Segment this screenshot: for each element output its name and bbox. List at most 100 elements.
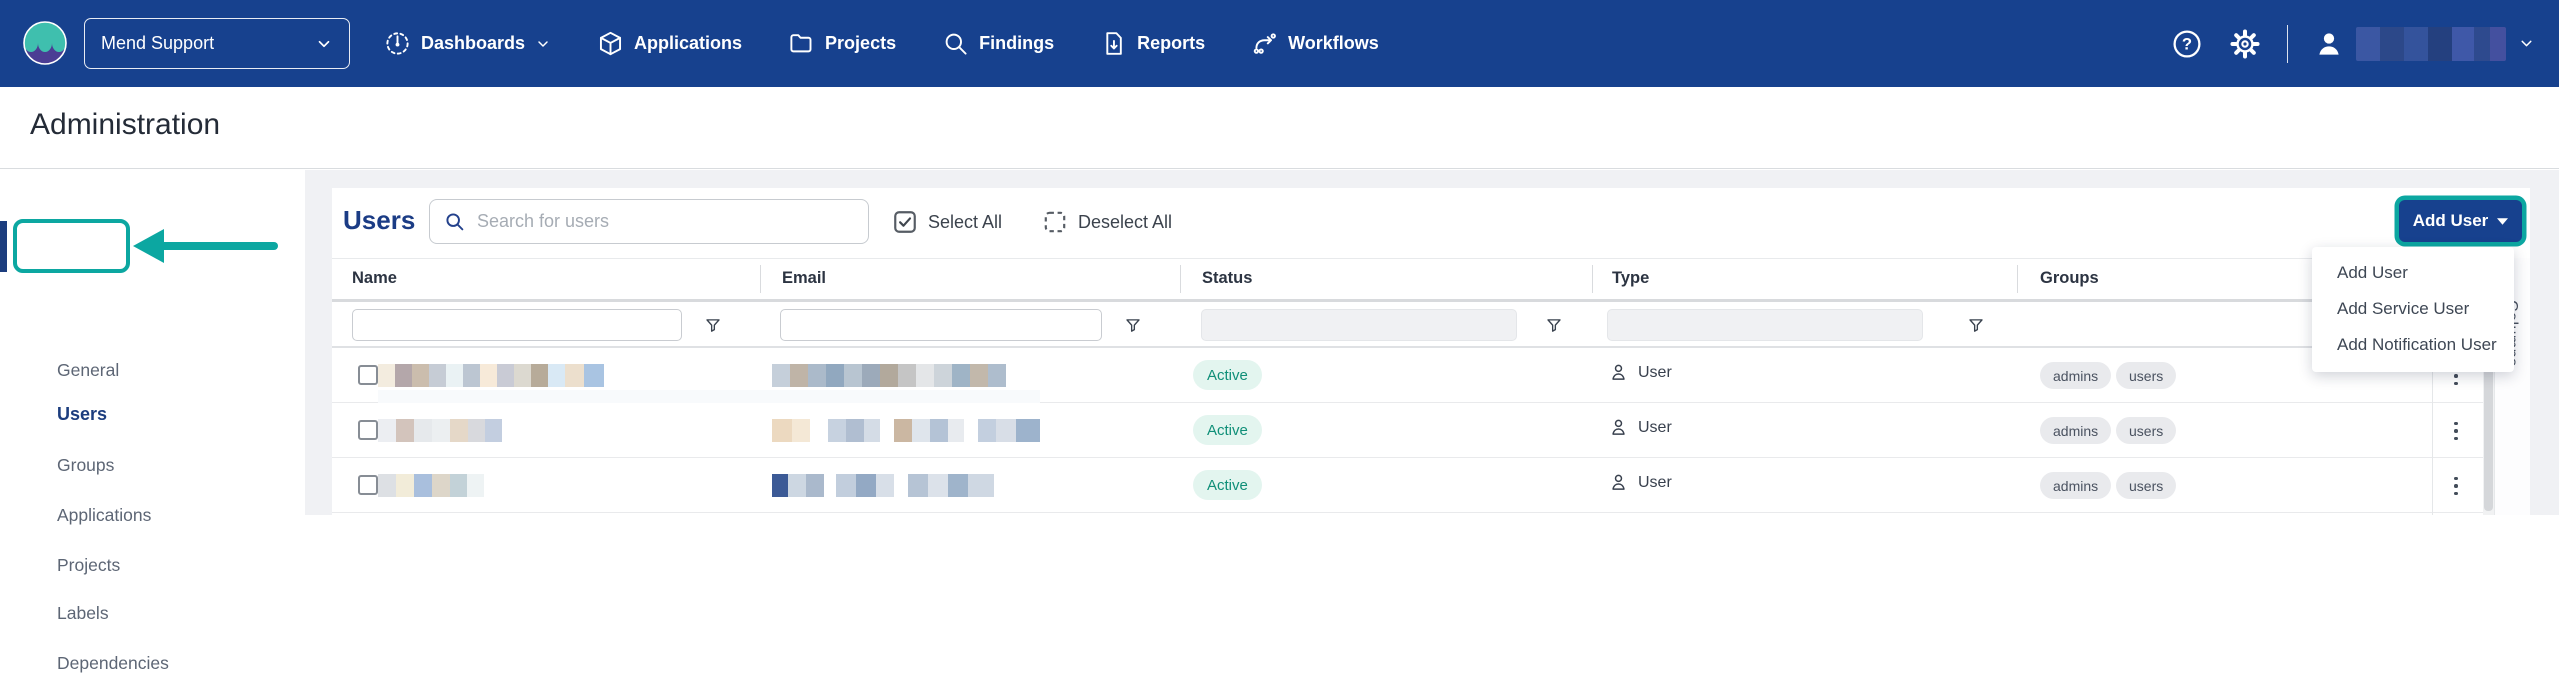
deselect-all-button[interactable]: Deselect All — [1042, 207, 1172, 237]
type-label: User — [1638, 419, 1672, 437]
caret-down-icon — [2497, 218, 2508, 225]
nav-item-findings[interactable]: Findings — [942, 30, 1054, 57]
row-checkbox[interactable] — [358, 475, 378, 495]
table-row: Active User admins users — [332, 403, 2483, 458]
status-badge: Active — [1193, 470, 1262, 500]
menu-item-add-service-user[interactable]: Add Service User — [2312, 291, 2514, 327]
sidebar-item-groups[interactable]: Groups — [57, 455, 114, 476]
magnifier-icon — [942, 30, 969, 57]
menu-item-add-notification-user[interactable]: Add Notification User — [2312, 327, 2514, 363]
sidebar-item-dependencies[interactable]: Dependencies — [57, 653, 169, 674]
column-header-status[interactable]: Status — [1202, 269, 1252, 288]
user-avatar-icon — [2314, 29, 2344, 59]
column-header-type[interactable]: Type — [1612, 269, 1649, 288]
name-redacted — [378, 419, 502, 442]
email-redacted — [772, 364, 1006, 387]
chevron-down-icon — [315, 35, 333, 53]
add-user-dropdown-menu: Add UserAdd Service UserAdd Notification… — [2312, 247, 2514, 372]
name-redacted — [378, 474, 484, 497]
type-cell: User — [1608, 362, 1672, 383]
select-all-button[interactable]: Select All — [892, 207, 1002, 237]
gear-icon[interactable] — [2229, 28, 2261, 60]
name-filter-input[interactable] — [352, 309, 682, 341]
type-cell: User — [1608, 472, 1672, 493]
filter-funnel-icon[interactable] — [1967, 316, 1985, 335]
add-user-button-label: Add User — [2413, 211, 2489, 231]
status-badge: Active — [1193, 360, 1262, 390]
sidebar-item-general[interactable]: General — [57, 360, 119, 381]
name-redacted — [378, 364, 604, 387]
type-label: User — [1638, 474, 1672, 492]
deselect-all-label: Deselect All — [1078, 212, 1172, 233]
main-nav-items: Dashboards Applications Projects Findings Re… — [384, 0, 1379, 87]
add-user-button[interactable]: Add User — [2399, 200, 2522, 242]
column-header-email[interactable]: Email — [782, 269, 826, 288]
row-actions-kebab-menu[interactable] — [2444, 471, 2468, 501]
email-redacted — [772, 419, 1040, 442]
group-badge: users — [2116, 472, 2176, 499]
sidebar-item-users[interactable]: Users — [57, 404, 107, 425]
user-name-redacted — [2356, 27, 2506, 61]
organization-selector-label: Mend Support — [101, 33, 315, 54]
annotation-arrow — [133, 229, 164, 263]
email-filter-input[interactable] — [780, 309, 1102, 341]
row-actions-kebab-menu[interactable] — [2444, 416, 2468, 446]
organization-selector[interactable]: Mend Support — [84, 18, 350, 69]
search-users-input[interactable] — [477, 211, 854, 232]
annotation-arrow-tail — [162, 242, 278, 250]
type-label: User — [1638, 364, 1672, 382]
type-cell: User — [1608, 417, 1672, 438]
grid-top-border — [332, 258, 2483, 259]
header-bottom-border — [332, 299, 2483, 302]
nav-item-reports[interactable]: Reports — [1100, 30, 1205, 57]
column-separator — [2017, 265, 2018, 293]
column-separator — [1592, 265, 1593, 293]
group-badge: admins — [2040, 417, 2111, 444]
menu-item-add-user[interactable]: Add User — [2312, 255, 2514, 291]
nav-item-applications[interactable]: Applications — [597, 30, 742, 57]
person-icon — [1608, 417, 1629, 438]
topbar-divider — [2287, 25, 2288, 63]
mend-logo-icon[interactable] — [22, 20, 68, 66]
page-title: Administration — [30, 108, 220, 142]
select-all-label: Select All — [928, 212, 1002, 233]
column-header-groups[interactable]: Groups — [2040, 269, 2099, 288]
sidebar-selected-indicator — [0, 221, 7, 272]
nav-item-dashboards[interactable]: Dashboards — [384, 30, 551, 57]
email-redacted — [772, 474, 994, 497]
report-icon — [1100, 30, 1127, 57]
column-header-name[interactable]: Name — [352, 269, 397, 288]
filter-funnel-icon[interactable] — [1545, 316, 1563, 335]
cube-icon — [597, 30, 624, 57]
search-users-box — [429, 199, 869, 244]
page-title-bar: Administration — [0, 87, 2559, 169]
nav-item-projects[interactable]: Projects — [788, 30, 896, 57]
table-row: Active User admins users — [332, 458, 2483, 513]
top-navigation-bar: Mend Support Dashboards Applications Proje… — [0, 0, 2559, 87]
row-checkbox[interactable] — [358, 365, 378, 385]
group-badge: users — [2116, 362, 2176, 389]
dashboard-gauge-icon — [384, 30, 411, 57]
filter-funnel-icon[interactable] — [1124, 316, 1142, 335]
table-row: Active User admins users — [332, 348, 2483, 403]
status-filter-input — [1201, 309, 1517, 341]
person-icon — [1608, 362, 1629, 383]
row-checkbox[interactable] — [358, 420, 378, 440]
checkbox-checked-icon — [892, 209, 918, 235]
workflow-icon — [1251, 30, 1278, 57]
filter-funnel-icon[interactable] — [704, 316, 722, 335]
sidebar-item-applications[interactable]: Applications — [57, 505, 151, 526]
person-icon — [1608, 472, 1629, 493]
sidebar-item-labels[interactable]: Labels — [57, 603, 109, 624]
folder-icon — [788, 30, 815, 57]
user-account-menu[interactable] — [2314, 27, 2535, 61]
nav-item-workflows[interactable]: Workflows — [1251, 30, 1379, 57]
help-icon[interactable]: ? — [2171, 28, 2203, 60]
sidebar-item-projects[interactable]: Projects — [57, 555, 120, 576]
group-badge: admins — [2040, 472, 2111, 499]
chevron-down-icon — [535, 36, 551, 52]
topbar-right-cluster: ? — [2171, 0, 2535, 87]
column-separator — [1180, 265, 1181, 293]
column-separator — [760, 265, 761, 293]
users-heading: Users — [343, 205, 415, 236]
